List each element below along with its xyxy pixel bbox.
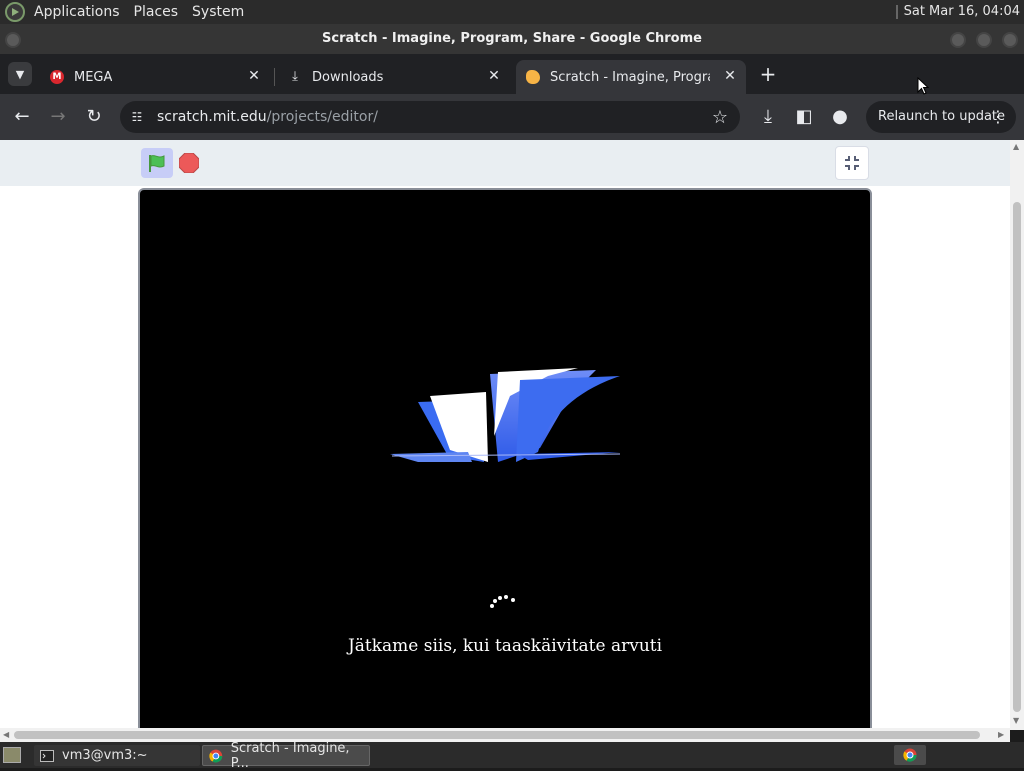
menu-system[interactable]: System [187, 4, 253, 20]
loading-message: Jätkame siis, kui taaskäivitate arvuti [347, 636, 663, 656]
profile-icon[interactable]: ● [828, 105, 852, 129]
stop-button[interactable] [178, 152, 200, 174]
system-panel: Applications Places System Sat Mar 16, 0… [0, 0, 1024, 24]
project-stage[interactable]: Jätkame siis, kui taaskäivitate arvuti [138, 188, 872, 730]
vertical-scroll-thumb[interactable] [1013, 202, 1021, 712]
window-titlebar[interactable]: Scratch - Imagine, Program, Share - Goog… [0, 24, 1024, 54]
taskbar-item-label: Scratch - Imagine, P... [230, 740, 350, 771]
tab-title: MEGA [74, 69, 113, 85]
tab-close-icon[interactable]: ✕ [486, 68, 502, 84]
green-flag-icon [149, 155, 165, 172]
distro-logo-icon[interactable] [5, 2, 25, 22]
terminal-icon [40, 749, 54, 762]
url-host: scratch.mit.edu [157, 109, 267, 125]
taskbar: vm3@vm3:~ Scratch - Imagine, P... [0, 741, 1024, 771]
relaunch-to-update-button[interactable]: Relaunch to update ⋮ [866, 101, 1016, 133]
downloads-toolbar-icon[interactable]: ⤓ [756, 105, 780, 129]
url-text[interactable]: scratch.mit.edu/projects/editor/ [157, 109, 378, 125]
menu-applications[interactable]: Applications [29, 4, 129, 20]
taskbar-item-label: vm3@vm3:~ [62, 748, 148, 763]
download-icon: ⤓ [292, 69, 298, 84]
tab-close-icon[interactable]: ✕ [246, 68, 262, 84]
close-window-icon[interactable] [1002, 32, 1018, 48]
forward-arrow-icon[interactable]: → [46, 105, 70, 129]
address-bar[interactable]: ☷ scratch.mit.edu/projects/editor/ ☆ [120, 101, 740, 133]
green-flag-button[interactable] [141, 148, 173, 178]
taskbar-item-terminal[interactable]: vm3@vm3:~ [34, 745, 200, 766]
tab-downloads[interactable]: ⤓ Downloads ✕ [278, 60, 510, 94]
stage-header [0, 140, 1010, 186]
loading-book-animation-icon [390, 368, 621, 462]
tab-separator [274, 68, 275, 86]
url-path: /projects/editor/ [266, 109, 378, 125]
exit-fullscreen-icon [845, 156, 859, 170]
mouse-cursor-icon [917, 77, 929, 95]
scroll-left-arrow-icon[interactable]: ◀ [3, 730, 9, 739]
side-panel-icon[interactable]: ◧ [792, 105, 816, 129]
chrome-icon [209, 749, 223, 762]
show-desktop-icon[interactable] [3, 747, 21, 763]
horizontal-scroll-thumb[interactable] [14, 731, 980, 739]
tab-search-chevron-down-icon[interactable]: ▼ [8, 62, 32, 86]
browser-toolbar: ← → ↻ ☷ scratch.mit.edu/projects/editor/… [0, 94, 1024, 140]
scroll-up-arrow-icon[interactable]: ▲ [1013, 142, 1019, 151]
relaunch-label: Relaunch to update [878, 109, 1006, 124]
tab-title: Downloads [312, 69, 384, 85]
mega-icon: M [50, 70, 64, 84]
tab-strip: ▼ M MEGA ✕ ⤓ Downloads ✕ Scratch - Imagi… [0, 54, 1024, 94]
bookmark-star-icon[interactable]: ☆ [712, 107, 728, 128]
tab-title: Scratch - Imagine, Program, [550, 69, 710, 85]
tab-scratch[interactable]: Scratch - Imagine, Program, ✕ [516, 60, 746, 94]
site-info-tune-icon[interactable]: ☷ [128, 108, 146, 126]
window-title: Scratch - Imagine, Program, Share - Goog… [322, 31, 702, 46]
clock[interactable]: Sat Mar 16, 04:04 [895, 4, 1020, 19]
minimize-icon[interactable] [950, 32, 966, 48]
menu-places[interactable]: Places [129, 4, 188, 20]
window-menu-icon[interactable] [5, 32, 21, 48]
scroll-right-arrow-icon[interactable]: ▶ [998, 730, 1004, 739]
loading-spinner-icon [490, 595, 515, 608]
new-tab-plus-icon[interactable]: + [758, 64, 778, 84]
maximize-icon[interactable] [976, 32, 992, 48]
scroll-down-arrow-icon[interactable]: ▼ [1013, 716, 1019, 725]
page-content: Jätkame siis, kui taaskäivitate arvuti [0, 140, 1010, 730]
taskbar-item-chrome[interactable]: Scratch - Imagine, P... [202, 741, 370, 771]
back-arrow-icon[interactable]: ← [10, 105, 34, 129]
reload-icon[interactable]: ↻ [82, 105, 106, 129]
stop-octagon-icon [178, 152, 200, 174]
exit-fullscreen-button[interactable] [835, 146, 869, 180]
vertical-scrollbar[interactable]: ▲ ▼ [1010, 140, 1024, 730]
scratch-icon [526, 70, 540, 84]
tray-chrome-icon[interactable] [894, 745, 926, 765]
chrome-icon [903, 748, 917, 762]
more-options-icon[interactable]: ⋮ [990, 101, 1006, 133]
horizontal-scrollbar[interactable]: ◀ ▶ [0, 728, 1010, 742]
tab-mega[interactable]: M MEGA ✕ [40, 60, 270, 94]
tab-close-icon[interactable]: ✕ [722, 68, 738, 84]
